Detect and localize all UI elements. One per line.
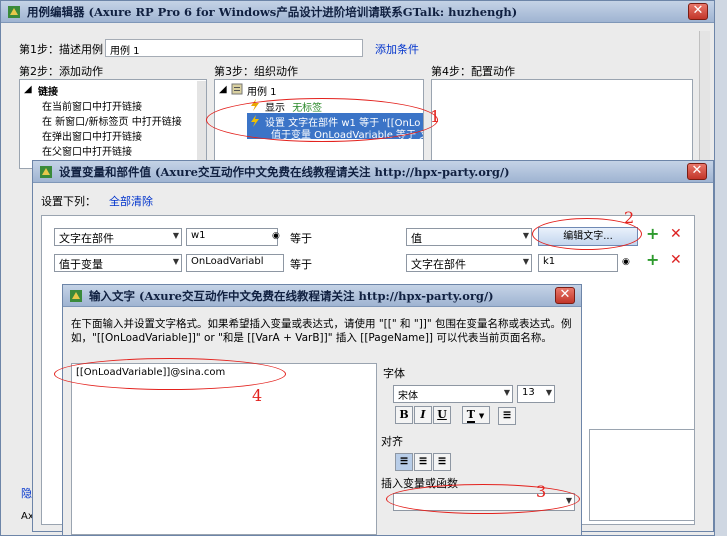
bold-button[interactable]: B [395,406,413,424]
row1-type-select[interactable]: 文字在部件 ▼ [54,228,182,246]
input-text-title: 输入文字 (Axure交互动作中文免费在线教程请关注 http://hpx-pa… [89,288,494,303]
row1-type-value: 文字在部件 [59,232,114,245]
font-family-value: 宋体 [398,391,418,402]
chevron-down-icon: ▼ [522,231,529,240]
bullet-list-icon[interactable]: ☰ [498,407,516,425]
case-editor-titlebar[interactable]: 用例编辑器 (Axure RP Pro 6 for Windows产品设计进阶培… [1,1,714,23]
align-right-icon[interactable]: ☰ [433,453,451,471]
annotation-circle-1 [206,98,438,142]
italic-button[interactable]: I [414,406,432,424]
set-variable-titlebar[interactable]: 设置变量和部件值 (Axure交互动作中文免费在线教程请关注 http://hp… [33,161,713,183]
chevron-down-icon: ▼ [522,257,529,266]
row2-value: k1 [543,256,556,267]
action-open-popup[interactable]: 在弹出窗口中打开链接 [42,128,142,143]
axure-app-icon [8,5,20,18]
row2-type-value: 值于变量 [59,258,103,271]
row2-equals-label: 等于 [290,258,312,271]
chevron-down-icon: ▼ [478,411,485,420]
delete-row-icon[interactable]: ✕ [670,226,682,242]
action-open-new-window[interactable]: 在 新窗口/新标签页 中打开链接 [42,113,182,128]
case-editor-title: 用例编辑器 (Axure RP Pro 6 for Windows产品设计进阶培… [27,4,518,19]
add-row-icon[interactable]: + [646,224,659,243]
annotation-number-3: 3 [536,482,547,501]
input-text-close-button[interactable]: ✕ [555,287,575,304]
chevron-down-icon[interactable]: ◉ [622,257,630,267]
text-color-label: T [466,408,475,423]
format-toolbar: BIU T ▼ ☰ [395,406,517,425]
text-editor[interactable]: [[OnLoadVariable]]@sina.com [71,363,377,535]
chevron-down-icon: ▼ [545,388,552,397]
axure-app-icon [40,165,52,178]
row1-value-type-value: 值 [411,232,422,245]
add-condition-link[interactable]: 添加条件 [375,41,419,57]
set-variable-title: 设置变量和部件值 (Axure交互动作中文免费在线教程请关注 http://hp… [59,164,510,179]
tree-expand-icon[interactable]: ◢ [219,84,227,95]
annotation-number-4: 4 [252,386,263,405]
axure-app-icon [70,289,82,302]
row1-value-type-select[interactable]: 值 ▼ [406,228,532,246]
case-node[interactable]: 用例 1 [247,83,277,98]
configure-actions-panel [431,79,693,169]
step3-label: 第3步：组织动作 [214,65,298,78]
row1-equals-label: 等于 [290,232,312,245]
font-size-select[interactable]: 13 ▼ [517,385,555,403]
align-toolbar: ☰ ☰ ☰ [395,453,452,471]
row1-target-value: w1 [191,230,206,241]
set-variable-close-button[interactable]: ✕ [687,163,707,180]
annotation-number-2: 2 [624,208,635,227]
align-left-icon[interactable]: ☰ [395,453,413,471]
step1-label: 第1步：描述用例 [19,43,103,56]
actions-category-links[interactable]: 链接 [38,83,58,98]
row2-type-select[interactable]: 值于变量 ▼ [54,254,182,272]
right-preview-panel [589,429,695,521]
add-row-icon[interactable]: + [646,250,659,269]
input-text-titlebar[interactable]: 输入文字 (Axure交互动作中文免费在线教程请关注 http://hpx-pa… [63,285,581,307]
font-size-value: 13 [522,387,535,398]
set-following-label: 设置下列： [41,195,96,208]
delete-row-icon[interactable]: ✕ [670,252,682,268]
underline-button[interactable]: U [433,406,451,424]
text-color-button[interactable]: T ▼ [461,406,490,424]
font-family-select[interactable]: 宋体 ▼ [393,385,513,403]
row2-target-value: OnLoadVariabl [191,256,264,267]
align-label: 对齐 [381,435,403,448]
step2-label: 第2步：添加动作 [19,65,103,78]
step4-label: 第4步：配置动作 [431,65,515,78]
actions-tree-panel: ◢ 链接 在当前窗口中打开链接 在 新窗口/新标签页 中打开链接 在弹出窗口中打… [19,79,207,169]
clear-all-link[interactable]: 全部清除 [109,193,153,209]
input-instructions: 在下面输入并设置文字格式。如果希望插入变量或表达式，请使用 "[[" 和 "]]… [71,318,572,344]
row2-value-type-value: 文字在部件 [411,258,466,271]
case-editor-close-button[interactable]: ✕ [688,3,708,20]
case-name-input[interactable]: 用例 1 [105,39,363,57]
row2-target-select[interactable]: OnLoadVariabl [186,254,284,272]
chevron-down-icon[interactable]: ◉ [272,231,280,241]
annotation-circle-3 [386,484,580,514]
chevron-down-icon: ▼ [172,257,179,266]
action-open-current-window[interactable]: 在当前窗口中打开链接 [42,98,142,113]
chevron-down-icon: ▼ [503,388,510,397]
tree-expand-icon[interactable]: ◢ [24,84,32,95]
chevron-down-icon: ▼ [172,231,179,240]
actions-tree-scrollbar[interactable] [197,81,206,167]
align-center-icon[interactable]: ☰ [414,453,432,471]
row1-target-select[interactable]: w1 [186,228,278,246]
action-open-parent-window[interactable]: 在父窗口中打开链接 [42,143,132,158]
hidden-link[interactable]: 隐 [21,485,32,501]
case-icon [231,83,243,95]
font-label: 字体 [383,367,405,380]
row2-value-type-select[interactable]: 文字在部件 ▼ [406,254,532,272]
row2-value-select[interactable]: k1 [538,254,618,272]
annotation-number-1: 1 [430,107,441,126]
